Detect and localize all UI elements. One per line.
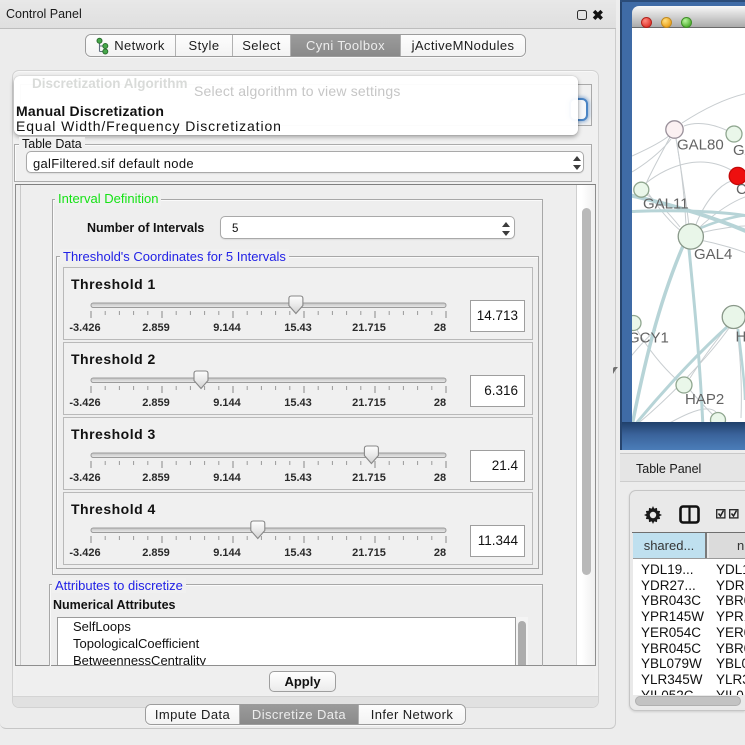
svg-text:HAP2: HAP2 (685, 391, 724, 408)
svg-text:GAL80: GAL80 (677, 137, 724, 154)
svg-text:GAL4: GAL4 (694, 246, 732, 263)
svg-text:GA: GA (733, 142, 745, 159)
svg-text:GCY1: GCY1 (632, 330, 669, 347)
svg-text:GAL11: GAL11 (643, 196, 689, 213)
svg-text:C: C (736, 181, 745, 198)
svg-text:H: H (736, 329, 745, 346)
